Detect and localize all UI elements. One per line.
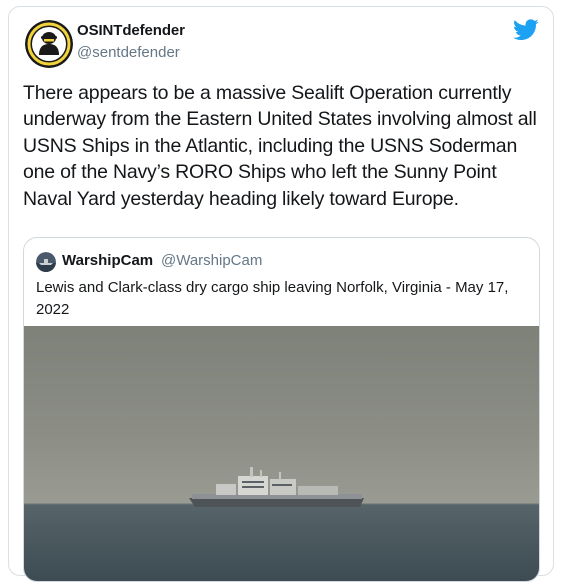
author-handle[interactable]: @sentdefender xyxy=(77,44,180,61)
author-avatar[interactable] xyxy=(25,20,73,68)
twitter-bird-icon[interactable] xyxy=(513,19,539,41)
quoted-author-name[interactable]: WarshipCam xyxy=(62,252,153,269)
quoted-tweet-text: Lewis and Clark-class dry cargo ship lea… xyxy=(36,279,509,318)
soldier-avatar-icon xyxy=(25,20,73,68)
quoted-author-avatar[interactable] xyxy=(36,252,56,272)
quoted-tweet[interactable]: WarshipCam @WarshipCam Lewis and Clark-c… xyxy=(23,237,540,582)
cargo-ship-photo xyxy=(24,326,539,581)
tweet-text: There appears to be a massive Sealift Op… xyxy=(23,82,537,210)
ship-avatar-icon xyxy=(36,252,56,272)
author-name[interactable]: OSINTdefender xyxy=(77,22,185,39)
quoted-author-handle[interactable]: @WarshipCam xyxy=(161,252,262,269)
quoted-tweet-photo[interactable] xyxy=(24,326,539,581)
tweet-card[interactable]: OSINTdefender @sentdefender There appear… xyxy=(8,6,554,582)
